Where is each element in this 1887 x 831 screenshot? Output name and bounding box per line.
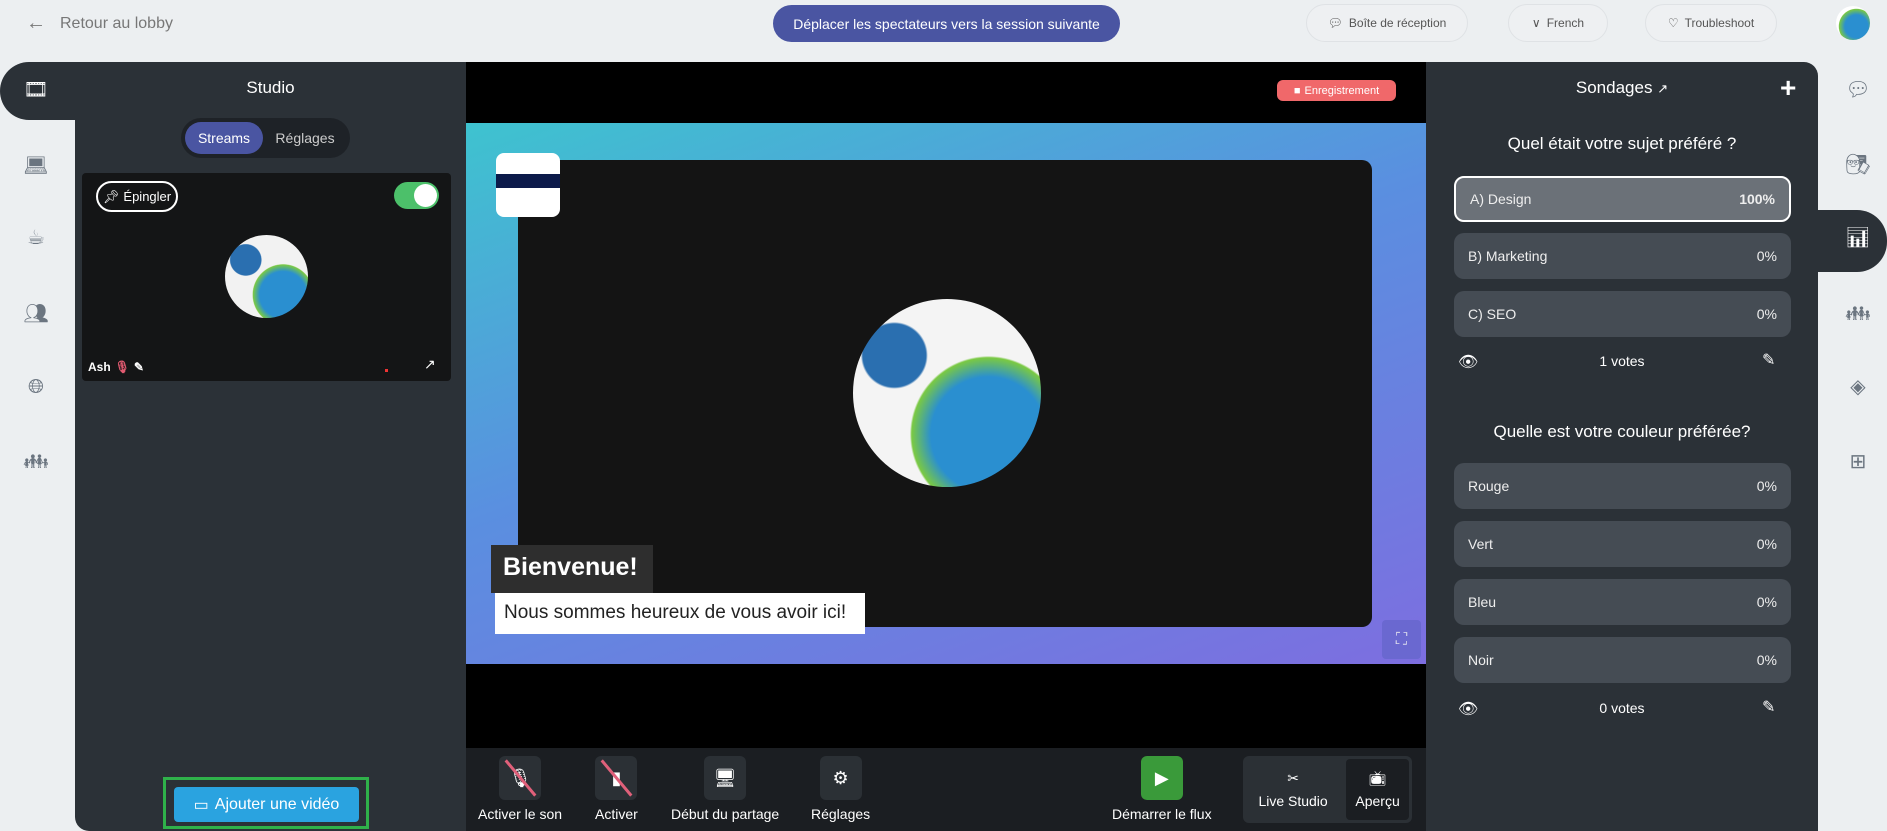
fullscreen-button[interactable]: ⛶ <box>1382 620 1421 659</box>
recording-badge: ■ Enregistrement <box>1277 80 1396 101</box>
stream-name: Ash 🎙︎ ✎ <box>88 360 144 374</box>
poll-option[interactable]: C) SEO 0% <box>1454 291 1791 337</box>
pin-button[interactable]: 📌︎ Épingler <box>96 181 178 212</box>
tab-streams[interactable]: Streams <box>185 122 263 154</box>
start-stream-button[interactable]: ▶ Démarrer le flux <box>1112 756 1212 822</box>
layers-icon[interactable]: ◈ <box>1843 371 1873 401</box>
poll-question: Quel était votre sujet préféré ? <box>1507 134 1737 153</box>
play-icon: ▶ <box>1154 767 1169 788</box>
user-gear-icon: ⚙ <box>832 767 849 788</box>
coffee-icon[interactable]: ☕︎ <box>21 222 51 252</box>
logo-tile <box>496 153 560 217</box>
monitor-icon: 🖥︎ <box>713 767 737 788</box>
settings-button[interactable]: ⚙ Réglages <box>811 756 870 822</box>
expand-icon: ⛶ <box>1395 630 1408 648</box>
preview-button[interactable]: 📺︎ Aperçu <box>1346 759 1409 820</box>
live-studio-button[interactable]: ✂ Live Studio <box>1243 756 1343 823</box>
arrow-left-icon: ← <box>26 12 46 34</box>
chat-icon[interactable]: 💬︎ <box>1843 74 1873 104</box>
lower-third-subtitle: Nous sommes heureux de vous avoir ici! <box>495 593 865 634</box>
poll-option[interactable]: Vert 0% <box>1454 521 1791 567</box>
tv-icon: 📺︎ <box>1368 770 1387 786</box>
troubleshoot-button[interactable]: ♡ Troubleshoot <box>1645 4 1777 42</box>
globe-icon[interactable]: 🌐︎ <box>21 372 51 402</box>
poll-chart-icon[interactable]: 📊︎ <box>1843 222 1873 252</box>
mic-off-icon: 🎙︎ <box>114 360 130 374</box>
unmute-button[interactable]: 🎙︎Activer le son <box>478 756 562 822</box>
external-link-icon[interactable]: ↗ <box>1657 81 1668 96</box>
poll-option[interactable]: Bleu 0% <box>1454 579 1791 625</box>
view-mode-group: ✂ Live Studio 📺︎ Aperçu <box>1243 756 1412 823</box>
back-button[interactable]: ← Retour au lobby <box>26 12 173 35</box>
edit-poll-icon[interactable]: ✎ <box>1762 350 1775 370</box>
camera-button[interactable]: ▮Activer <box>595 756 638 822</box>
audio-level-indicator <box>385 369 388 372</box>
external-link-icon[interactable]: ↗ <box>424 356 436 373</box>
poll-option[interactable]: Rouge 0% <box>1454 463 1791 509</box>
vote-count: 0 votes <box>1599 700 1645 716</box>
grid-icon[interactable]: ⊞ <box>1843 446 1873 476</box>
language-select[interactable]: ∨ French <box>1508 4 1608 42</box>
poll-question: Quelle est votre couleur préférée? <box>1493 422 1751 441</box>
studio-title: Studio <box>246 78 295 97</box>
save-icon: ■ <box>1293 84 1301 97</box>
poll-option[interactable]: B) Marketing 0% <box>1454 233 1791 279</box>
avatar[interactable] <box>1836 6 1870 40</box>
polls-title: Sondages ↗ <box>1575 78 1669 97</box>
stream-toggle[interactable] <box>394 182 439 209</box>
vote-count: 1 votes <box>1599 353 1645 369</box>
attendees-icon[interactable]: 👪︎ <box>1843 298 1873 328</box>
lower-third-title: Bienvenue! <box>491 545 653 593</box>
chevron-down-icon: ∨ <box>1531 16 1541 30</box>
stream-avatar <box>225 235 308 318</box>
heart-pulse-icon: ♡ <box>1667 16 1679 30</box>
presenter-avatar <box>853 299 1041 487</box>
tab-settings[interactable]: Réglages <box>265 130 345 146</box>
chat-icon: 💬︎ <box>1327 16 1343 30</box>
people-icon[interactable]: 👥︎ <box>21 298 51 328</box>
tools-icon: ✂ <box>1287 770 1299 786</box>
studio-tabs: Streams Réglages <box>181 118 350 158</box>
pencil-icon[interactable]: ✎ <box>134 360 144 374</box>
poll-option[interactable]: Noir 0% <box>1454 637 1791 683</box>
presenter-icon[interactable]: 🧑‍🏫︎ <box>1843 149 1873 179</box>
laptop-icon[interactable]: 💻︎ <box>21 150 51 180</box>
move-viewers-button[interactable]: Déplacer les spectateurs vers la session… <box>773 5 1120 42</box>
pin-icon: 📌︎ <box>102 188 120 204</box>
edit-poll-icon[interactable]: ✎ <box>1762 697 1775 717</box>
share-screen-button[interactable]: 🖥︎ Début du partage <box>671 756 779 822</box>
poll-option[interactable]: A) Design 100% <box>1454 176 1791 222</box>
group-icon[interactable]: 👪︎ <box>21 446 51 476</box>
inbox-button[interactable]: 💬︎ Boîte de réception <box>1306 4 1468 42</box>
add-video-button[interactable]: ▭ Ajouter une vidéo <box>174 787 359 822</box>
add-poll-button[interactable]: + <box>1780 72 1796 104</box>
film-icon[interactable]: 🎞︎ <box>21 74 51 104</box>
stream-card[interactable]: 📌︎ Épingler Ash 🎙︎ ✎ ↗ <box>82 173 451 381</box>
video-camera-icon: ▭ <box>193 796 209 814</box>
